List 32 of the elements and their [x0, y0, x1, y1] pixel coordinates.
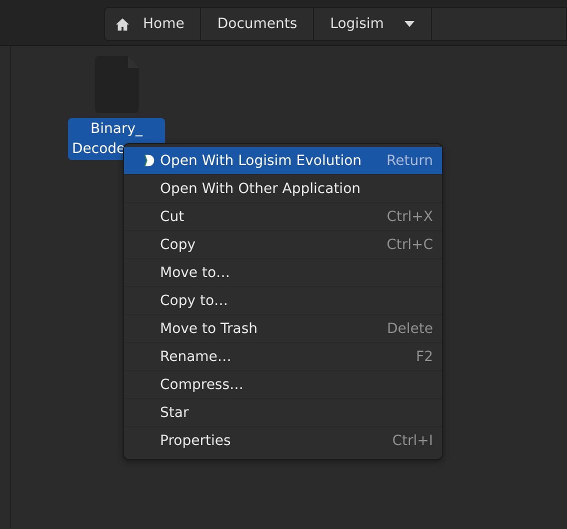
menu-item[interactable]: Compress…	[124, 370, 442, 398]
menu-item-label: Star	[160, 404, 190, 420]
path-segment[interactable]: Logisim	[314, 8, 432, 40]
menu-item-label: Copy to…	[160, 292, 230, 308]
menu-item[interactable]: Copy Ctrl+C	[124, 230, 442, 258]
app-icon	[143, 154, 156, 167]
shortcut-label: Delete	[387, 320, 433, 336]
menu-item[interactable]: Move to…	[124, 258, 442, 286]
menu-item-label: Open With Other Application	[160, 180, 362, 196]
menu-item-label: Move to…	[160, 264, 232, 280]
shortcut-label: Ctrl+X	[386, 208, 433, 224]
path-segment[interactable]: Home	[105, 8, 202, 40]
home-icon	[115, 16, 130, 32]
menu-item[interactable]: Properties Ctrl+I	[124, 426, 442, 454]
menu-item-label: Move to Trash	[160, 320, 258, 336]
menu-item-label: Properties	[160, 432, 232, 448]
shortcut-label: Ctrl+C	[386, 236, 433, 252]
menu-item-label: Rename…	[160, 348, 232, 364]
menu-item[interactable]: Rename… F2	[124, 342, 442, 370]
menu-item[interactable]: Cut Ctrl+X	[124, 202, 442, 230]
menu-item[interactable]: Copy to…	[124, 286, 442, 314]
shortcut-label: Return	[386, 152, 433, 168]
menu-item[interactable]: Open With Other Application	[124, 174, 442, 202]
menu-item[interactable]: Star	[124, 398, 442, 426]
shortcut-label: Ctrl+I	[392, 432, 433, 448]
menu-item-label: Compress…	[160, 376, 245, 392]
menu-item-label: Cut	[160, 208, 186, 224]
menu-item[interactable]: Open With Logisim Evolution Return	[124, 147, 442, 174]
shortcut-label: F2	[416, 348, 433, 364]
menu-item[interactable]: Move to Trash Delete	[124, 314, 442, 342]
menu-item-label: Copy	[160, 236, 197, 252]
path-segment[interactable]: Documents	[201, 8, 314, 40]
